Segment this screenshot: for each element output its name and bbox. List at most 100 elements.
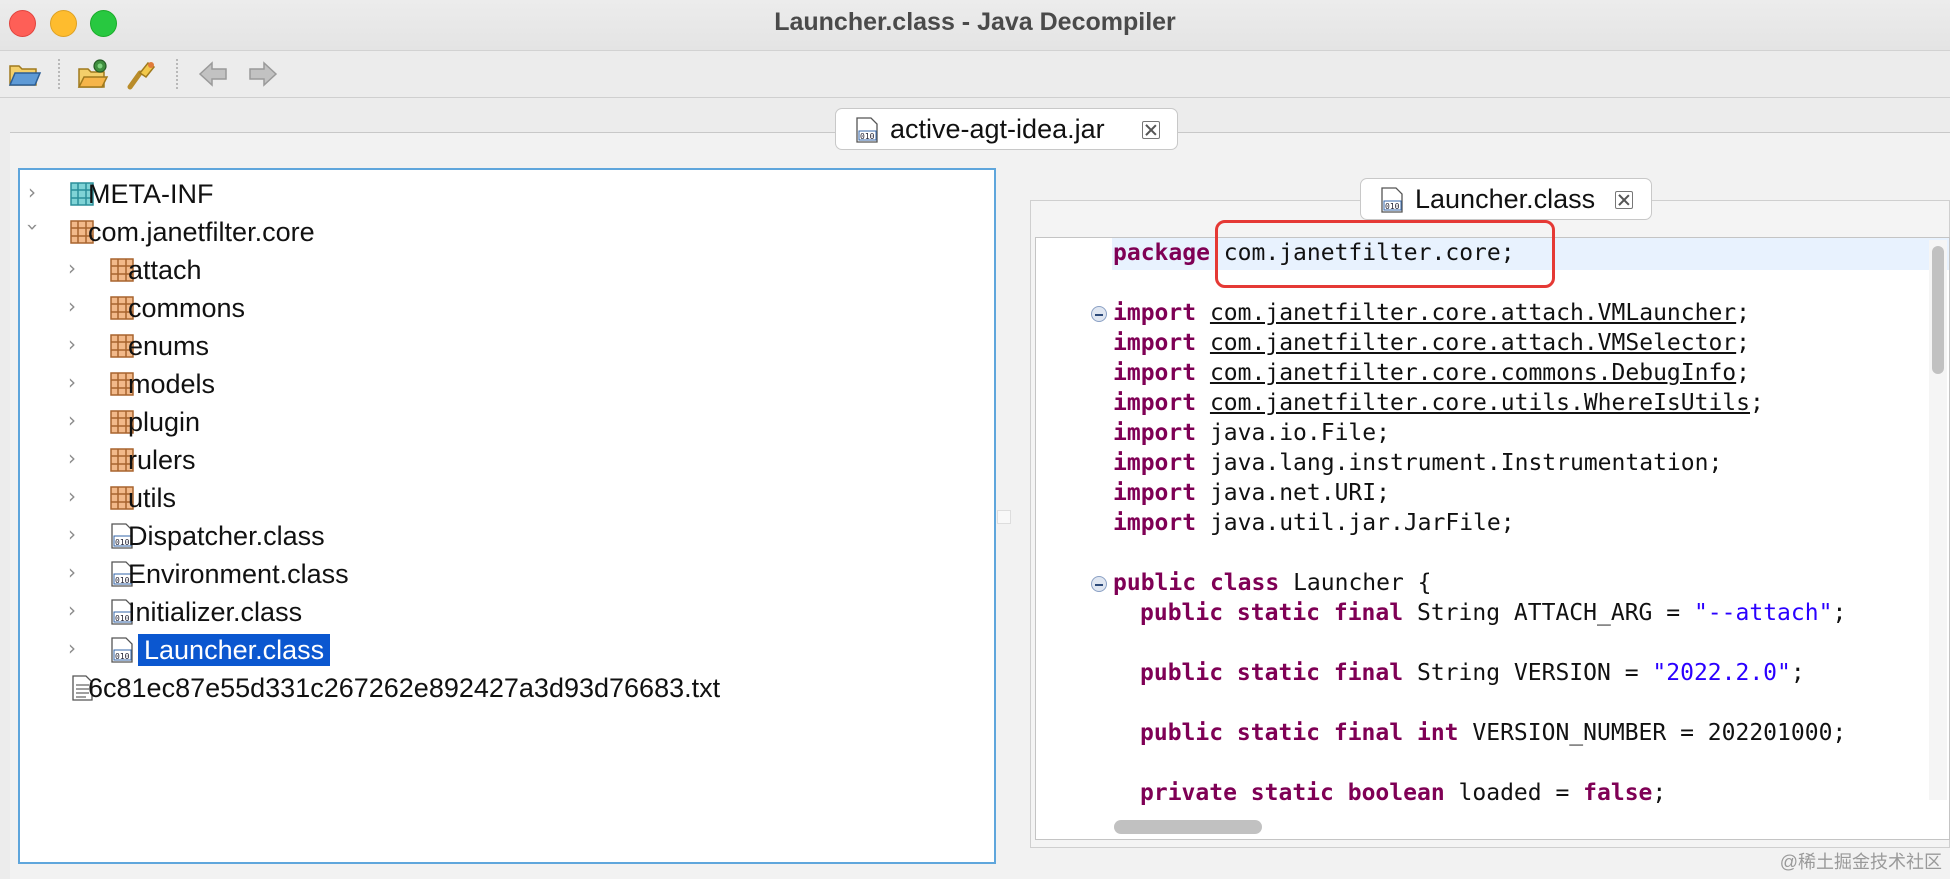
code-line-import: import java.net.URI; bbox=[1113, 478, 1390, 508]
semicolon: ; bbox=[1736, 360, 1751, 386]
tree-item-attach[interactable]: › attach bbox=[20, 252, 980, 288]
field-type: boolean bbox=[1347, 780, 1445, 806]
tree-item-label: commons bbox=[128, 293, 246, 323]
code-line-import: import java.util.jar.JarFile; bbox=[1113, 508, 1515, 538]
field-modifiers: public static final bbox=[1140, 600, 1404, 626]
class-name: Launcher { bbox=[1293, 570, 1432, 596]
collapse-class-icon[interactable] bbox=[1091, 576, 1107, 592]
tree-item-utils[interactable]: › utils bbox=[20, 480, 980, 516]
chevron-down-icon[interactable]: › bbox=[21, 223, 45, 237]
chevron-right-icon[interactable]: › bbox=[68, 524, 82, 544]
tree-item-label: plugin bbox=[128, 407, 201, 437]
annotation-highlight-box bbox=[1215, 220, 1555, 288]
import-link[interactable]: com.janetfilter.core.attach.VMLauncher bbox=[1210, 300, 1736, 326]
field-value-keyword: false bbox=[1583, 780, 1653, 806]
tab-launcher-class[interactable]: 010 Launcher.class bbox=[1360, 178, 1652, 220]
field-name: ATTACH_ARG = bbox=[1513, 600, 1681, 626]
tree-item-core-package[interactable]: › com.janetfilter.core bbox=[20, 214, 980, 250]
tree-item-initializer-class[interactable]: › 010 Initializer.class bbox=[20, 594, 980, 630]
collapse-imports-icon[interactable] bbox=[1091, 306, 1107, 322]
open-type-button[interactable] bbox=[76, 57, 112, 91]
chevron-right-icon[interactable]: › bbox=[68, 410, 82, 430]
tree-item-enums[interactable]: › enums bbox=[20, 328, 980, 364]
split-divider-handle[interactable] bbox=[997, 510, 1011, 524]
tree-item-commons[interactable]: › commons bbox=[20, 290, 980, 326]
toolbar-separator bbox=[58, 59, 60, 89]
chevron-right-icon[interactable]: › bbox=[68, 562, 82, 582]
tree-item-label: 6c81ec87e55d331c267262e892427a3d93d76683… bbox=[88, 673, 721, 703]
field-type: int bbox=[1416, 720, 1459, 746]
chevron-right-icon[interactable]: › bbox=[68, 600, 82, 620]
tree-item-label: Environment.class bbox=[128, 559, 349, 589]
keyword-import: import bbox=[1113, 510, 1197, 536]
tab-jar-file[interactable]: 010 active-agt-idea.jar bbox=[835, 108, 1178, 150]
horizontal-scrollbar-thumb[interactable] bbox=[1114, 820, 1262, 834]
tree-item-text-file[interactable]: 6c81ec87e55d331c267262e892427a3d93d76683… bbox=[20, 670, 980, 706]
svg-text:010: 010 bbox=[115, 652, 130, 661]
package-tree[interactable]: › META-INF › com.janetfilter.core › atta… bbox=[18, 168, 996, 864]
forward-button[interactable] bbox=[244, 57, 280, 91]
open-type-icon bbox=[77, 59, 109, 88]
close-tab-icon[interactable] bbox=[1142, 121, 1160, 139]
chevron-right-icon[interactable]: › bbox=[68, 638, 82, 658]
search-button[interactable] bbox=[124, 57, 160, 91]
field-name: loaded = bbox=[1458, 780, 1570, 806]
tree-item-models[interactable]: › models bbox=[20, 366, 980, 402]
title-bar: Launcher.class - Java Decompiler bbox=[0, 0, 1950, 51]
chevron-right-icon[interactable]: › bbox=[28, 182, 42, 202]
semicolon: ; bbox=[1736, 330, 1751, 356]
import-name: java.io.File bbox=[1209, 420, 1377, 446]
class-file-icon: 010 bbox=[1381, 187, 1403, 213]
tree-item-meta-inf[interactable]: › META-INF bbox=[20, 176, 980, 212]
tree-item-label: com.janetfilter.core bbox=[88, 217, 315, 247]
code-line-field: public static final String VERSION = "20… bbox=[1140, 658, 1805, 688]
chevron-right-icon[interactable]: › bbox=[68, 448, 82, 468]
window-title: Launcher.class - Java Decompiler bbox=[774, 8, 1176, 36]
tree-item-label: utils bbox=[128, 483, 177, 513]
tab-jar-label: active-agt-idea.jar bbox=[890, 114, 1105, 144]
semicolon: ; bbox=[1832, 720, 1847, 746]
open-file-icon bbox=[8, 65, 42, 86]
class-file-icon: 010 bbox=[111, 637, 133, 663]
keyword-class: class bbox=[1209, 570, 1280, 596]
import-link[interactable]: com.janetfilter.core.attach.VMSelector bbox=[1210, 330, 1736, 356]
tree-item-rulers[interactable]: › rulers bbox=[20, 442, 980, 478]
field-type: String bbox=[1416, 600, 1501, 626]
import-name: java.lang.instrument.Instrumentation bbox=[1209, 450, 1709, 476]
field-value-string: "2022.2.0" bbox=[1652, 660, 1791, 686]
back-button[interactable] bbox=[196, 57, 232, 91]
chevron-right-icon[interactable]: › bbox=[68, 258, 82, 278]
tree-item-label-selected: Launcher.class bbox=[138, 634, 331, 666]
tree-item-dispatcher-class[interactable]: › 010 Dispatcher.class bbox=[20, 518, 980, 554]
search-icon bbox=[127, 61, 156, 90]
source-code-view[interactable]: package com.janetfilter.core; import com… bbox=[1035, 237, 1950, 840]
tree-item-label: META-INF bbox=[88, 179, 214, 209]
keyword-import: import bbox=[1113, 480, 1197, 506]
toolbar-separator bbox=[176, 59, 178, 89]
semicolon: ; bbox=[1652, 780, 1667, 806]
chevron-right-icon[interactable]: › bbox=[68, 296, 82, 316]
tree-item-launcher-class[interactable]: › 010 Launcher.class bbox=[20, 632, 980, 668]
keyword-import: import bbox=[1113, 420, 1197, 446]
jar-class-file-icon: 010 bbox=[856, 117, 878, 143]
import-link[interactable]: com.janetfilter.core.commons.DebugInfo bbox=[1210, 360, 1736, 386]
field-name: VERSION_NUMBER = bbox=[1472, 720, 1694, 746]
chevron-right-icon[interactable]: › bbox=[68, 486, 82, 506]
chevron-right-icon[interactable]: › bbox=[68, 372, 82, 392]
open-file-button[interactable] bbox=[6, 57, 42, 91]
import-link[interactable]: com.janetfilter.core.utils.WhereIsUtils bbox=[1210, 390, 1750, 416]
chevron-right-icon[interactable]: › bbox=[68, 334, 82, 354]
toolbar bbox=[0, 51, 1950, 98]
tree-item-environment-class[interactable]: › 010 Environment.class bbox=[20, 556, 980, 592]
field-type: String bbox=[1416, 660, 1501, 686]
field-name: VERSION = bbox=[1513, 660, 1639, 686]
vertical-scrollbar-thumb[interactable] bbox=[1932, 246, 1944, 374]
field-modifiers: private static bbox=[1140, 780, 1334, 806]
semicolon: ; bbox=[1376, 480, 1390, 506]
close-tab-icon[interactable] bbox=[1615, 191, 1633, 209]
code-line-field: public static final int VERSION_NUMBER =… bbox=[1140, 718, 1846, 748]
tree-item-plugin[interactable]: › plugin bbox=[20, 404, 980, 440]
code-line-field: private static boolean loaded = false; bbox=[1140, 778, 1666, 808]
code-line-class-declaration: public class Launcher { bbox=[1113, 568, 1432, 598]
keyword-import: import bbox=[1113, 360, 1197, 386]
